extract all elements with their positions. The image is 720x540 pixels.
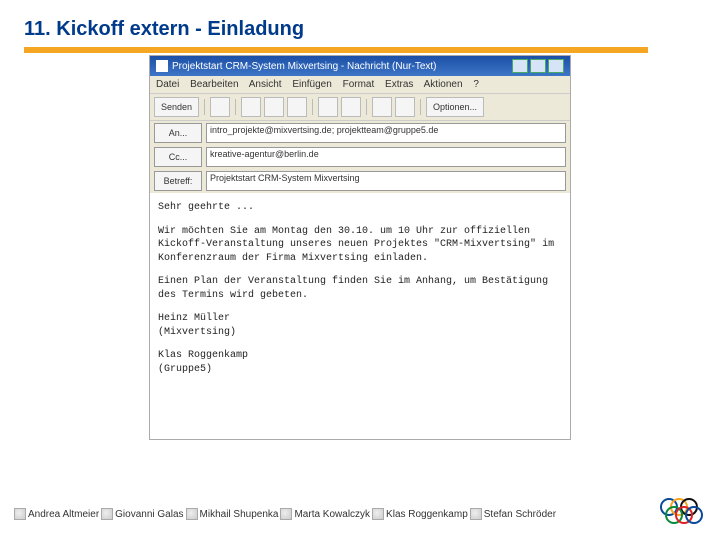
- to-input[interactable]: intro_projekte@mixvertsing.de; projektte…: [206, 123, 566, 143]
- toolbar: Senden Optionen...: [150, 94, 570, 121]
- bullet-icon: [280, 508, 292, 520]
- bullet-icon: [186, 508, 198, 520]
- body-sign2: Klas Roggenkamp(Gruppe5): [158, 349, 562, 376]
- menu-extras[interactable]: Extras: [385, 79, 413, 90]
- bullet-icon: [470, 508, 482, 520]
- maximize-button[interactable]: [530, 59, 546, 73]
- toolbar-sep: [204, 99, 205, 115]
- minimize-button[interactable]: [512, 59, 528, 73]
- toolbar-sep: [366, 99, 367, 115]
- cc-button[interactable]: Cc...: [154, 147, 202, 167]
- author: Marta Kowalczyk: [280, 508, 370, 520]
- copy-icon[interactable]: [264, 97, 284, 117]
- subject-row: Betreff: Projektstart CRM-System Mixvert…: [150, 169, 570, 193]
- author: Giovanni Galas: [101, 508, 183, 520]
- options-button[interactable]: Optionen...: [426, 97, 484, 117]
- body-p1: Wir möchten Sie am Montag den 30.10. um …: [158, 225, 562, 266]
- author-names: Andrea Altmeier Giovanni Galas Mikhail S…: [14, 508, 660, 520]
- priority-icon[interactable]: [372, 97, 392, 117]
- bullet-icon: [372, 508, 384, 520]
- bullet-icon: [101, 508, 113, 520]
- body-greeting: Sehr geehrte ...: [158, 201, 562, 215]
- send-button[interactable]: Senden: [154, 97, 199, 117]
- slide-footer: Andrea Altmeier Giovanni Galas Mikhail S…: [0, 498, 720, 530]
- cut-icon[interactable]: [241, 97, 261, 117]
- cc-input[interactable]: kreative-agentur@berlin.de: [206, 147, 566, 167]
- menu-datei[interactable]: Datei: [156, 79, 179, 90]
- email-window: Projektstart CRM-System Mixvertsing - Na…: [149, 55, 571, 440]
- menu-einfuegen[interactable]: Einfügen: [292, 79, 331, 90]
- menu-aktionen[interactable]: Aktionen: [424, 79, 463, 90]
- cc-row: Cc... kreative-agentur@berlin.de: [150, 145, 570, 169]
- email-body[interactable]: Sehr geehrte ... Wir möchten Sie am Mont…: [150, 193, 570, 439]
- menu-bearbeiten[interactable]: Bearbeiten: [190, 79, 238, 90]
- author: Klas Roggenkamp: [372, 508, 468, 520]
- save-icon[interactable]: [210, 97, 230, 117]
- author: Stefan Schröder: [470, 508, 556, 520]
- window-titlebar: Projektstart CRM-System Mixvertsing - Na…: [150, 56, 570, 76]
- body-p2: Einen Plan der Veranstaltung finden Sie …: [158, 275, 562, 302]
- subject-input[interactable]: Projektstart CRM-System Mixvertsing: [206, 171, 566, 191]
- body-sign1: Heinz Müller(Mixvertsing): [158, 312, 562, 339]
- bullet-icon: [14, 508, 26, 520]
- to-row: An... intro_projekte@mixvertsing.de; pro…: [150, 121, 570, 145]
- flag-icon[interactable]: [395, 97, 415, 117]
- menu-format[interactable]: Format: [343, 79, 375, 90]
- window-title: Projektstart CRM-System Mixvertsing - Na…: [172, 61, 510, 72]
- menu-hilfe[interactable]: ?: [473, 79, 479, 90]
- toolbar-sep: [312, 99, 313, 115]
- menu-bar: Datei Bearbeiten Ansicht Einfügen Format…: [150, 76, 570, 94]
- toolbar-sep: [235, 99, 236, 115]
- addressbook-icon[interactable]: [341, 97, 361, 117]
- author: Andrea Altmeier: [14, 508, 99, 520]
- subject-label: Betreff:: [154, 171, 202, 191]
- slide-title: 11. Kickoff extern - Einladung: [24, 18, 696, 41]
- toolbar-sep: [420, 99, 421, 115]
- paste-icon[interactable]: [287, 97, 307, 117]
- author: Mikhail Shupenka: [186, 508, 279, 520]
- app-icon: [156, 60, 168, 72]
- attach-icon[interactable]: [318, 97, 338, 117]
- to-button[interactable]: An...: [154, 123, 202, 143]
- menu-ansicht[interactable]: Ansicht: [249, 79, 282, 90]
- title-underline: [24, 47, 648, 53]
- close-button[interactable]: [548, 59, 564, 73]
- group-logo: [660, 498, 706, 530]
